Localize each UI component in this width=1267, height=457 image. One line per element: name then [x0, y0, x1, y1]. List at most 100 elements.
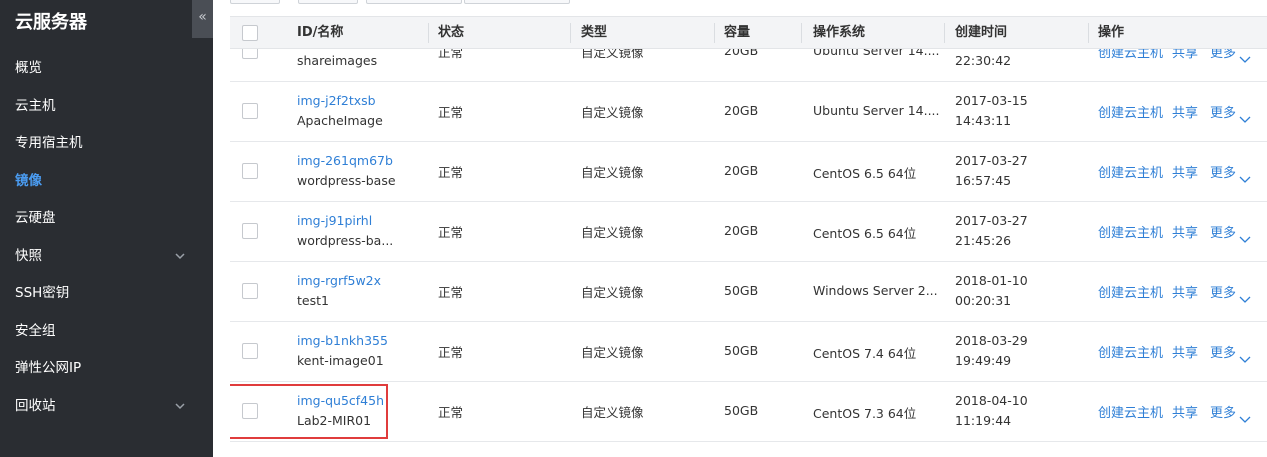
row-checkbox[interactable]: [242, 163, 258, 179]
create-instance-link[interactable]: 创建云主机: [1098, 222, 1163, 241]
column-divider: [570, 23, 571, 43]
select-all-checkbox[interactable]: [242, 25, 258, 41]
toolbar-button[interactable]: [366, 0, 462, 4]
col-status[interactable]: 状态: [438, 17, 464, 49]
chevron-down-icon[interactable]: [1239, 229, 1251, 248]
status-text: 正常: [438, 285, 464, 300]
sidebar-item[interactable]: 专用宿主机: [0, 125, 213, 163]
sidebar-item[interactable]: 云主机: [0, 88, 213, 126]
chevron-down-icon[interactable]: [1239, 349, 1251, 368]
more-link[interactable]: 更多: [1210, 342, 1236, 361]
col-id-name[interactable]: ID/名称: [297, 17, 343, 49]
column-divider: [428, 23, 429, 43]
sidebar-collapse-icon[interactable]: «: [192, 0, 213, 38]
sidebar-item-label: 快照: [15, 247, 42, 264]
table-row[interactable]: img-j2f2txsb ApacheImage 正常 自定义镜像 20GB Ubuntu…: [230, 82, 1267, 142]
created-time: 11:19:44: [955, 413, 1012, 428]
chevron-down-icon[interactable]: [1239, 169, 1251, 188]
main-content: ID/名称 状态 类型 容量 操作系统 创建时间 操作 img-35rm3ber…: [213, 0, 1267, 457]
sidebar-item[interactable]: 镜像: [0, 163, 213, 201]
image-id-link[interactable]: img-rgrf5w2x: [297, 273, 381, 288]
os-text: Ubuntu Server 14....: [813, 49, 940, 58]
row-checkbox[interactable]: [242, 49, 258, 59]
share-link[interactable]: 共享: [1172, 222, 1198, 241]
image-name: test1: [297, 293, 329, 308]
create-instance-link[interactable]: 创建云主机: [1098, 102, 1163, 121]
create-instance-link[interactable]: 创建云主机: [1098, 402, 1163, 421]
toolbar-button[interactable]: [298, 0, 358, 4]
sidebar-item-label: SSH密钥: [15, 285, 70, 301]
share-link[interactable]: 共享: [1172, 162, 1198, 181]
sidebar-item[interactable]: 安全组: [0, 313, 213, 351]
create-instance-link[interactable]: 创建云主机: [1098, 162, 1163, 181]
created-date: 2017-03-27: [955, 213, 1028, 228]
toolbar-button[interactable]: [230, 0, 280, 4]
status-text: 正常: [438, 105, 464, 120]
row-checkbox[interactable]: [242, 343, 258, 359]
status-text: 正常: [438, 345, 464, 360]
table-row[interactable]: img-35rm3bershareimages正常自定义镜像20GBUbuntu…: [230, 49, 1267, 82]
col-capacity[interactable]: 容量: [724, 17, 750, 49]
col-type[interactable]: 类型: [581, 17, 607, 49]
type-text: 自定义镜像: [581, 285, 644, 300]
more-link[interactable]: 更多: [1210, 49, 1236, 61]
more-link[interactable]: 更多: [1210, 402, 1236, 421]
capacity-text: 20GB: [724, 223, 759, 238]
sidebar-item-label: 安全组: [15, 322, 56, 339]
sidebar-item[interactable]: 回收站: [0, 388, 213, 426]
sidebar-item-label: 专用宿主机: [15, 135, 83, 151]
more-link[interactable]: 更多: [1210, 222, 1236, 241]
app-root: 云服务器 « 概览 云主机 专用宿主机 镜像 云硬盘 快照 SSH密钥 安全组 弹性公网IP 回收…: [0, 0, 1267, 457]
more-link[interactable]: 更多: [1210, 102, 1236, 121]
row-checkbox[interactable]: [242, 103, 258, 119]
sidebar: 云服务器 « 概览 云主机 专用宿主机 镜像 云硬盘 快照 SSH密钥 安全组 弹性公网IP 回收…: [0, 0, 213, 457]
created-time: 22:30:42: [955, 53, 1012, 68]
sidebar-item[interactable]: SSH密钥: [0, 275, 213, 313]
os-text: CentOS 7.3 64位: [813, 406, 917, 421]
table-row[interactable]: img-rgrf5w2x test1 正常 自定义镜像 50GB Windows Serv…: [230, 262, 1267, 322]
sidebar-item[interactable]: 快照: [0, 238, 213, 276]
image-name: kent-image01: [297, 353, 384, 368]
created-date: 2017-03-15: [955, 93, 1028, 108]
share-link[interactable]: 共享: [1172, 102, 1198, 121]
row-checkbox[interactable]: [242, 223, 258, 239]
table-body: img-35rm3bershareimages正常自定义镜像20GBUbuntu…: [230, 49, 1267, 457]
share-link[interactable]: 共享: [1172, 49, 1198, 61]
sidebar-item-label: 云主机: [15, 97, 56, 114]
chevron-down-icon[interactable]: [1239, 109, 1251, 128]
create-instance-link[interactable]: 创建云主机: [1098, 49, 1163, 61]
share-link[interactable]: 共享: [1172, 342, 1198, 361]
table-row[interactable]: img-261qm67b wordpress-base 正常 自定义镜像 20GB Cen…: [230, 142, 1267, 202]
col-created[interactable]: 创建时间: [955, 17, 1007, 49]
col-os[interactable]: 操作系统: [813, 17, 865, 49]
chevron-down-icon[interactable]: [1239, 49, 1251, 68]
chevron-down-icon[interactable]: [1239, 289, 1251, 308]
sidebar-item-label: 概览: [15, 60, 42, 76]
image-id-link[interactable]: img-j2f2txsb: [297, 93, 376, 108]
create-instance-link[interactable]: 创建云主机: [1098, 342, 1163, 361]
sidebar-item[interactable]: 弹性公网IP: [0, 350, 213, 388]
row-checkbox[interactable]: [242, 283, 258, 299]
sidebar-item[interactable]: 云硬盘: [0, 200, 213, 238]
sidebar-item[interactable]: 概览: [0, 50, 213, 88]
more-link[interactable]: 更多: [1210, 162, 1236, 181]
share-link[interactable]: 共享: [1172, 282, 1198, 301]
os-text: CentOS 7.4 64位: [813, 346, 917, 361]
status-text: 正常: [438, 49, 464, 60]
image-table: ID/名称 状态 类型 容量 操作系统 创建时间 操作 img-35rm3ber…: [230, 16, 1267, 457]
image-id-link[interactable]: img-j91pirhl: [297, 213, 372, 228]
create-instance-link[interactable]: 创建云主机: [1098, 282, 1163, 301]
chevron-down-icon: [175, 388, 185, 425]
table-row[interactable]: img-b1nkh355 kent-image01 正常 自定义镜像 50GB CentO…: [230, 322, 1267, 382]
more-link[interactable]: 更多: [1210, 282, 1236, 301]
table-row[interactable]: img-j91pirhl wordpress-ba... 正常 自定义镜像 20GB Ce…: [230, 202, 1267, 262]
chevron-down-icon[interactable]: [1239, 409, 1251, 428]
image-id-link[interactable]: img-b1nkh355: [297, 333, 388, 348]
os-text: CentOS 6.5 64位: [813, 226, 917, 241]
sidebar-item-label: 回收站: [15, 397, 56, 414]
image-id-link[interactable]: img-261qm67b: [297, 153, 393, 168]
os-text: Ubuntu Server 14....: [813, 103, 940, 118]
share-link[interactable]: 共享: [1172, 402, 1198, 421]
toolbar-button[interactable]: [464, 0, 570, 4]
created-date: 2018-04-10: [955, 393, 1028, 408]
